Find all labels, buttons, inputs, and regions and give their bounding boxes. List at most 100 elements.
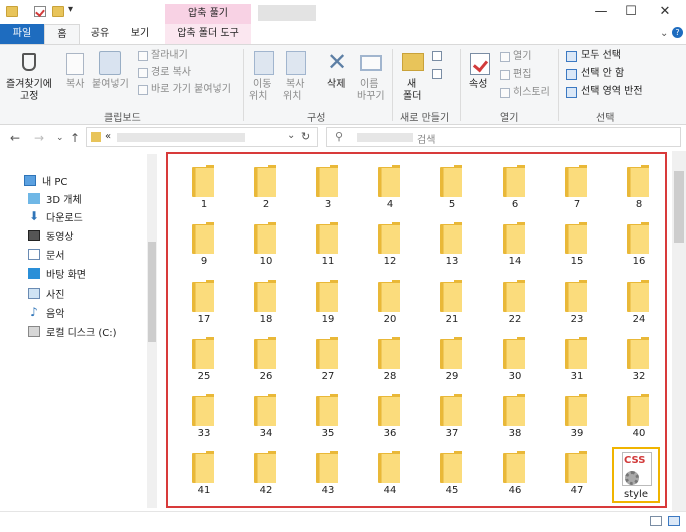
folder-item[interactable]: 8 — [619, 165, 659, 215]
tab-compressed-folder-tools[interactable]: 압축 폴더 도구 — [165, 24, 251, 44]
copy-button[interactable]: 복사 — [66, 79, 84, 91]
folder-item[interactable]: 28 — [370, 337, 410, 387]
folder-item[interactable]: 14 — [495, 222, 535, 272]
folder-item[interactable]: 35 — [308, 394, 348, 444]
paste-shortcut-button[interactable]: 바로 가기 붙여넣기 — [151, 84, 231, 96]
folder-item[interactable]: 26 — [246, 337, 286, 387]
folder-item[interactable]: 21 — [432, 280, 472, 330]
move-to-button[interactable]: 이동 — [253, 79, 271, 91]
customize-quick-access-icon[interactable]: ▾ — [68, 4, 73, 15]
folder-item[interactable]: 25 — [184, 337, 224, 387]
folder-item[interactable]: 32 — [619, 337, 659, 387]
folder-item[interactable]: 12 — [370, 222, 410, 272]
address-bar[interactable]: « ⌄ ↻ — [86, 127, 318, 147]
folder-item[interactable]: 7 — [557, 165, 597, 215]
new-folder-button[interactable]: 새 — [407, 79, 416, 91]
folder-item[interactable]: 2 — [246, 165, 286, 215]
folder-item[interactable]: 18 — [246, 280, 286, 330]
invert-selection-button[interactable]: 선택 영역 반전 — [581, 86, 643, 98]
new-folder-quick-icon[interactable] — [52, 6, 64, 17]
close-button[interactable]: ✕ — [648, 0, 682, 24]
properties-quick-icon[interactable] — [34, 6, 46, 17]
folder-item[interactable]: 3 — [308, 165, 348, 215]
nav-item-documents[interactable]: 문서 — [28, 245, 64, 263]
folder-item[interactable]: 22 — [495, 280, 535, 330]
large-icons-view-icon[interactable] — [668, 516, 680, 526]
history-button[interactable]: 히스토리 — [513, 87, 550, 99]
easy-access-icon[interactable] — [432, 69, 442, 79]
folder-item[interactable]: 38 — [495, 394, 535, 444]
folder-item[interactable]: 43 — [308, 451, 348, 501]
folder-item[interactable]: 23 — [557, 280, 597, 330]
properties-button[interactable]: 속성 — [469, 79, 487, 91]
chevron-down-icon[interactable]: ⌄ — [287, 130, 295, 141]
paste-button[interactable]: 붙여넣기 — [92, 79, 129, 91]
nav-item-desktop[interactable]: 바탕 화면 — [28, 264, 86, 282]
select-none-button[interactable]: 선택 안 함 — [581, 68, 624, 80]
select-all-button[interactable]: 모두 선택 — [581, 50, 621, 62]
folder-item[interactable]: 11 — [308, 222, 348, 272]
nav-item-pictures[interactable]: 사진 — [28, 284, 64, 302]
maximize-button[interactable]: ☐ — [614, 0, 648, 24]
search-input[interactable]: ⚲ 검색 — [326, 127, 681, 147]
folder-item[interactable]: 13 — [432, 222, 472, 272]
folder-item[interactable]: 16 — [619, 222, 659, 272]
folder-item[interactable]: 33 — [184, 394, 224, 444]
folder-item[interactable]: 44 — [370, 451, 410, 501]
folder-item[interactable]: 20 — [370, 280, 410, 330]
folder-item[interactable]: 46 — [495, 451, 535, 501]
up-icon[interactable]: ↑ — [70, 131, 80, 145]
tab-file[interactable]: 파일 — [0, 24, 44, 44]
breadcrumb[interactable] — [117, 133, 245, 142]
folder-item[interactable]: 1 — [184, 165, 224, 215]
folder-item[interactable]: 5 — [432, 165, 472, 215]
edit-button[interactable]: 편집 — [513, 69, 531, 81]
nav-item-this-pc[interactable]: 내 PC — [24, 171, 67, 189]
new-item-icon[interactable] — [432, 51, 442, 61]
folder-item[interactable]: 40 — [619, 394, 659, 444]
folder-item[interactable]: 31 — [557, 337, 597, 387]
nav-item-downloads[interactable]: ⬇ 다운로드 — [28, 207, 83, 225]
folder-item[interactable]: 36 — [370, 394, 410, 444]
folder-item[interactable]: 37 — [432, 394, 472, 444]
tab-share[interactable]: 공유 — [82, 24, 118, 44]
folder-item[interactable]: 29 — [432, 337, 472, 387]
nav-pane-scrollbar[interactable] — [147, 154, 157, 508]
folder-item[interactable]: 30 — [495, 337, 535, 387]
collapse-ribbon-icon[interactable]: ⌄ — [660, 28, 668, 39]
nav-item-videos[interactable]: 동영상 — [28, 226, 74, 244]
tab-view[interactable]: 보기 — [122, 24, 158, 44]
recent-locations-icon[interactable]: ⌄ — [56, 133, 64, 143]
folder-item[interactable]: 6 — [495, 165, 535, 215]
minimize-button[interactable]: — — [584, 0, 618, 24]
pin-to-quick-access-button[interactable]: 즐겨찾기에 — [6, 79, 52, 91]
style-css-file[interactable]: CSS style — [612, 447, 660, 503]
content-scroll-thumb[interactable] — [674, 171, 684, 243]
folder-item[interactable]: 27 — [308, 337, 348, 387]
help-icon[interactable]: ? — [672, 27, 683, 38]
folder-item[interactable]: 17 — [184, 280, 224, 330]
folder-item[interactable]: 47 — [557, 451, 597, 501]
folder-item[interactable]: 4 — [370, 165, 410, 215]
tab-home[interactable]: 홈 — [44, 24, 80, 44]
nav-item-3d-objects[interactable]: 3D 개체 — [28, 189, 82, 207]
folder-item[interactable]: 10 — [246, 222, 286, 272]
folder-item[interactable]: 45 — [432, 451, 472, 501]
delete-button[interactable]: 삭제 — [327, 79, 345, 91]
refresh-icon[interactable]: ↻ — [301, 130, 310, 143]
folder-item[interactable]: 42 — [246, 451, 286, 501]
nav-item-local-disk[interactable]: 로컬 디스크 (C:) — [28, 322, 117, 340]
details-view-icon[interactable] — [650, 516, 662, 526]
folder-item[interactable]: 41 — [184, 451, 224, 501]
breadcrumb-overflow[interactable]: « — [105, 131, 111, 142]
folder-item[interactable]: 39 — [557, 394, 597, 444]
content-scrollbar[interactable] — [672, 151, 686, 511]
folder-item[interactable]: 19 — [308, 280, 348, 330]
rename-button[interactable]: 이름 — [360, 79, 378, 91]
folder-item[interactable]: 15 — [557, 222, 597, 272]
folder-item[interactable]: 9 — [184, 222, 224, 272]
copy-to-button[interactable]: 복사 — [286, 79, 304, 91]
cut-button[interactable]: 잘라내기 — [151, 50, 188, 62]
open-button[interactable]: 열기 — [513, 51, 531, 63]
folder-item[interactable]: 24 — [619, 280, 659, 330]
